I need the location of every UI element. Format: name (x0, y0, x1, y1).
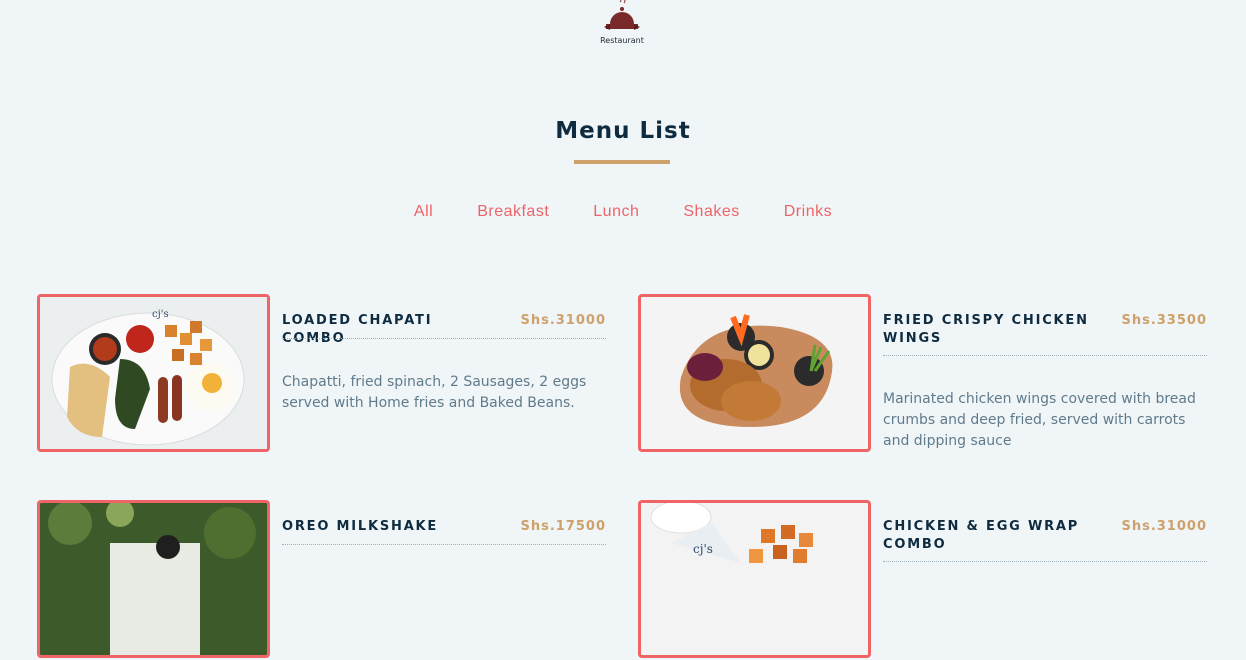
filter-breakfast[interactable]: Breakfast (455, 203, 571, 221)
cloche-icon (604, 0, 640, 30)
item-description: Marinated chicken wings covered with bre… (883, 391, 1196, 449)
chicken-wings-photo (638, 294, 871, 452)
title-underline (574, 160, 670, 164)
item-name: LOADED CHAPATI COMBO (282, 313, 433, 346)
menu-item[interactable]: cj's LOADED CHAPATI COMBO Shs.31000 Chap… (37, 294, 607, 454)
filter-shakes[interactable]: Shakes (661, 203, 761, 221)
wrap-combo-photo: cj's (638, 500, 871, 658)
item-name: FRIED CRISPY CHICKEN WINGS (883, 313, 1089, 346)
item-name: CHICKEN & EGG WRAP COMBO (883, 519, 1080, 552)
item-description: Chapatti, fried spinach, 2 Sausages, 2 e… (282, 374, 587, 411)
oreo-milkshake-photo (37, 500, 270, 658)
svg-text:cj's: cj's (693, 542, 713, 556)
page-title: Menu List (555, 118, 691, 144)
menu-item[interactable]: OREO MILKSHAKE Shs.17500 (37, 500, 607, 660)
item-name: OREO MILKSHAKE (282, 519, 439, 534)
item-price: Shs.31000 (1121, 519, 1207, 534)
menu-filters: All Breakfast Lunch Shakes Drinks (0, 203, 1246, 221)
svg-text:cj's: cj's (152, 309, 169, 320)
logo-text: Restaurant (600, 36, 644, 45)
item-price: Shs.31000 (520, 313, 606, 328)
item-divider (282, 338, 606, 339)
item-price: Shs.17500 (520, 519, 606, 534)
breakfast-plate-photo: cj's (37, 294, 270, 452)
item-divider (883, 355, 1207, 356)
item-divider (282, 544, 606, 545)
filter-drinks[interactable]: Drinks (762, 203, 854, 221)
restaurant-logo[interactable]: Restaurant (593, 0, 651, 50)
filter-lunch[interactable]: Lunch (571, 203, 661, 221)
item-divider (883, 561, 1207, 562)
menu-item[interactable]: cj's CHICKEN & EGG WRAP COMBO Shs.31000 (638, 500, 1208, 660)
filter-all[interactable]: All (392, 203, 455, 221)
item-price: Shs.33500 (1121, 313, 1207, 328)
menu-item[interactable]: FRIED CRISPY CHICKEN WINGS Shs.33500 Mar… (638, 294, 1208, 454)
